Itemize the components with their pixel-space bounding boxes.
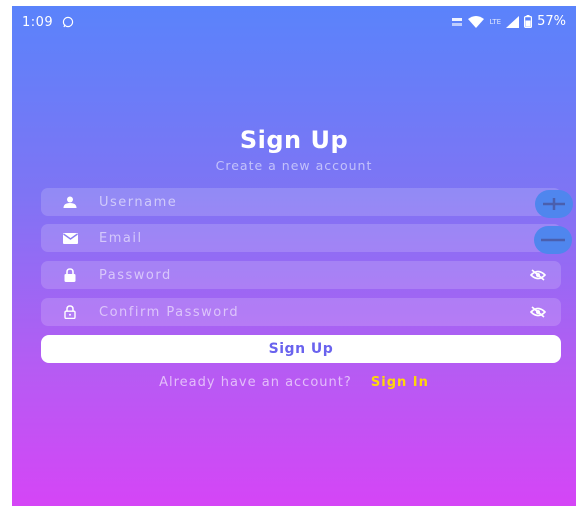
status-bar: 1:09 LTE 57% <box>12 6 576 40</box>
sign-in-link[interactable]: Sign In <box>371 375 429 390</box>
status-time: 1:09 <box>22 15 54 30</box>
password-visibility-toggle[interactable] <box>515 269 561 281</box>
confirm-password-visibility-toggle[interactable] <box>515 306 561 318</box>
sign-in-row: Already have an account? Sign In <box>12 375 576 390</box>
sign-up-button[interactable]: Sign Up <box>41 335 561 363</box>
page-title: Sign Up <box>239 126 349 154</box>
battery-percent: 57% <box>537 14 566 29</box>
eye-off-icon <box>530 306 546 318</box>
volte-icon <box>452 17 463 26</box>
person-icon <box>41 196 99 208</box>
username-input[interactable] <box>99 188 561 216</box>
sign-in-prompt: Already have an account? <box>159 375 352 390</box>
status-icons: LTE 57% <box>451 14 566 29</box>
plus-icon <box>543 198 565 210</box>
signal-icon <box>506 15 520 28</box>
zoom-out-button[interactable] <box>534 226 572 254</box>
email-field[interactable] <box>41 224 561 252</box>
eye-off-icon <box>530 269 546 281</box>
page-subtitle: Create a new account <box>215 158 373 173</box>
email-input[interactable] <box>99 224 561 252</box>
whatsapp-icon <box>62 16 74 28</box>
lock-outline-icon <box>41 305 99 319</box>
minus-icon <box>541 238 565 242</box>
network-type-label: LTE <box>489 17 502 26</box>
password-input[interactable] <box>99 261 515 289</box>
lock-icon <box>41 268 99 282</box>
username-field[interactable] <box>41 188 561 216</box>
status-time-group: 1:09 <box>22 15 74 30</box>
password-field[interactable] <box>41 261 561 289</box>
confirm-password-field[interactable] <box>41 298 561 326</box>
confirm-password-input[interactable] <box>99 298 515 326</box>
battery-icon <box>524 15 533 28</box>
mail-icon <box>41 232 99 244</box>
zoom-in-button[interactable] <box>535 190 573 218</box>
signup-screen: 1:09 LTE 57% Sign Up Create a new accoun… <box>12 6 576 506</box>
wifi-icon <box>468 15 485 28</box>
